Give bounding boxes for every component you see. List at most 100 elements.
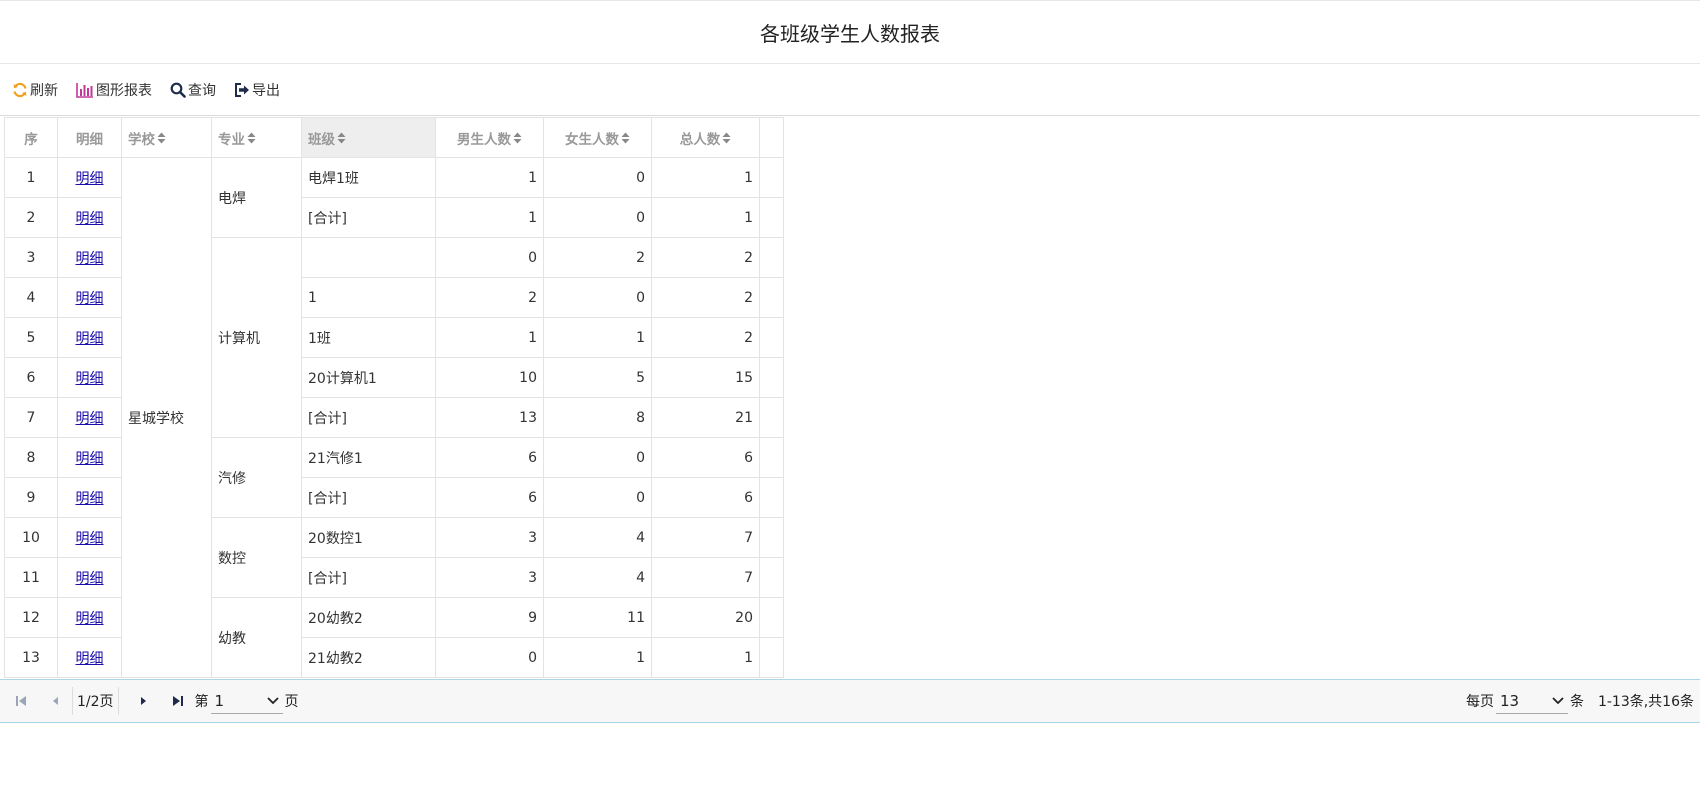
cell-total: 7 (651, 517, 760, 558)
per-page-select[interactable]: 13 (1495, 688, 1568, 714)
cell-class: 电焊1班 (301, 157, 436, 198)
header-total[interactable]: 总人数 (651, 117, 760, 158)
goto-suffix: 页 (284, 694, 299, 710)
cell-filler (759, 277, 784, 318)
cell-total: 2 (651, 277, 760, 318)
detail-link[interactable]: 明细 (76, 571, 104, 587)
table-row: 10 明细 数控 20数控1 3 4 7 (4, 517, 784, 598)
detail-link[interactable]: 明细 (76, 171, 104, 187)
cell-seq: 1 (4, 157, 58, 198)
cell-female: 11 (543, 597, 652, 638)
cell-seq: 12 (4, 597, 58, 638)
report-page: 各班级学生人数报表 刷新 图形报表 查询 导出 序 明细 学校 专业 班级 男生… (0, 0, 1700, 793)
cell-filler (759, 517, 784, 558)
cell-female: 1 (543, 637, 652, 678)
goto-prefix: 第 (194, 694, 209, 710)
per-page-suffix: 条 (1569, 694, 1584, 710)
detail-link[interactable]: 明细 (76, 651, 104, 667)
cell-male: 0 (435, 237, 544, 278)
cell-total: 20 (651, 597, 760, 638)
cell-male: 1 (435, 197, 544, 238)
goto-page-select[interactable]: 1 (210, 688, 283, 714)
per-page-value: 13 (1499, 691, 1520, 710)
header-major[interactable]: 专业 (211, 117, 302, 158)
detail-link[interactable]: 明细 (76, 531, 104, 547)
cell-filler (759, 637, 784, 678)
cell-detail: 明细 (57, 637, 122, 678)
cell-class: 20幼教2 (301, 597, 436, 638)
cell-total: 1 (651, 157, 760, 198)
cell-class: 1班 (301, 317, 436, 358)
table-row: 7 明细 [合计] 13 8 21 (4, 397, 784, 438)
prev-page-button[interactable] (42, 688, 68, 714)
cell-detail: 明细 (57, 157, 122, 198)
detail-link[interactable]: 明细 (76, 331, 104, 347)
cell-class: 1 (301, 277, 436, 318)
title-bar: 各班级学生人数报表 (0, 0, 1700, 64)
table-row: 3 明细 计算机 0 2 2 (4, 237, 784, 438)
cell-total: 6 (651, 437, 760, 478)
last-page-button[interactable] (165, 688, 191, 714)
refresh-button[interactable]: 刷新 (12, 80, 58, 100)
header-male[interactable]: 男生人数 (435, 117, 544, 158)
cell-seq: 5 (4, 317, 58, 358)
cell-male: 1 (435, 317, 544, 358)
cell-major: 计算机 (211, 237, 302, 438)
bar-chart-icon (76, 82, 94, 98)
export-icon (234, 82, 250, 98)
detail-link[interactable]: 明细 (76, 371, 104, 387)
last-page-icon (172, 696, 183, 706)
cell-filler (759, 197, 784, 238)
header-class[interactable]: 班级 (301, 117, 436, 158)
refresh-icon (12, 82, 28, 98)
cell-seq: 6 (4, 357, 58, 398)
detail-link[interactable]: 明细 (76, 211, 104, 227)
header-filler (759, 117, 784, 158)
table-row: 12 明细 幼教 20幼教2 9 11 20 (4, 597, 784, 678)
chart-report-button[interactable]: 图形报表 (76, 80, 152, 100)
cell-seq: 3 (4, 237, 58, 278)
cell-detail: 明细 (57, 597, 122, 638)
header-female[interactable]: 女生人数 (543, 117, 652, 158)
toolbar: 刷新 图形报表 查询 导出 (0, 64, 1700, 116)
detail-link[interactable]: 明细 (76, 291, 104, 307)
detail-link[interactable]: 明细 (76, 611, 104, 627)
pager-divider (72, 687, 73, 715)
cell-class: 21汽修1 (301, 437, 436, 478)
cell-male: 3 (435, 517, 544, 558)
header-school[interactable]: 学校 (121, 117, 212, 158)
cell-male: 6 (435, 477, 544, 518)
detail-link[interactable]: 明细 (76, 451, 104, 467)
report-table: 序 明细 学校 专业 班级 男生人数 女生人数 总人数 1 明细 星城学校 电焊 (4, 117, 784, 678)
cell-total: 2 (651, 317, 760, 358)
cell-seq: 9 (4, 477, 58, 518)
first-page-icon (16, 696, 26, 706)
chart-report-label: 图形报表 (96, 82, 152, 99)
cell-filler (759, 477, 784, 518)
detail-link[interactable]: 明细 (76, 411, 104, 427)
sort-icon (621, 132, 630, 148)
cell-major: 电焊 (211, 157, 302, 238)
cell-filler (759, 557, 784, 598)
first-page-button[interactable] (8, 688, 34, 714)
cell-total: 2 (651, 237, 760, 278)
table-row: 13 明细 21幼教2 0 1 1 (4, 637, 784, 678)
cell-major: 汽修 (211, 437, 302, 518)
cell-class: 20计算机1 (301, 357, 436, 398)
header-detail: 明细 (57, 117, 122, 158)
export-button[interactable]: 导出 (234, 80, 280, 100)
cell-filler (759, 237, 784, 278)
cell-male: 1 (435, 157, 544, 198)
detail-link[interactable]: 明细 (76, 491, 104, 507)
next-page-icon (140, 697, 146, 705)
cell-class: 20数控1 (301, 517, 436, 558)
sort-icon (247, 132, 256, 148)
table-row: 9 明细 [合计] 6 0 6 (4, 477, 784, 518)
table-row: 6 明细 20计算机1 10 5 15 (4, 357, 784, 398)
detail-link[interactable]: 明细 (76, 251, 104, 267)
refresh-label: 刷新 (30, 82, 58, 99)
range-info: 1-13条,共16条 (1597, 694, 1694, 710)
query-button[interactable]: 查询 (170, 80, 216, 100)
next-page-button[interactable] (131, 688, 157, 714)
cell-male: 0 (435, 637, 544, 678)
